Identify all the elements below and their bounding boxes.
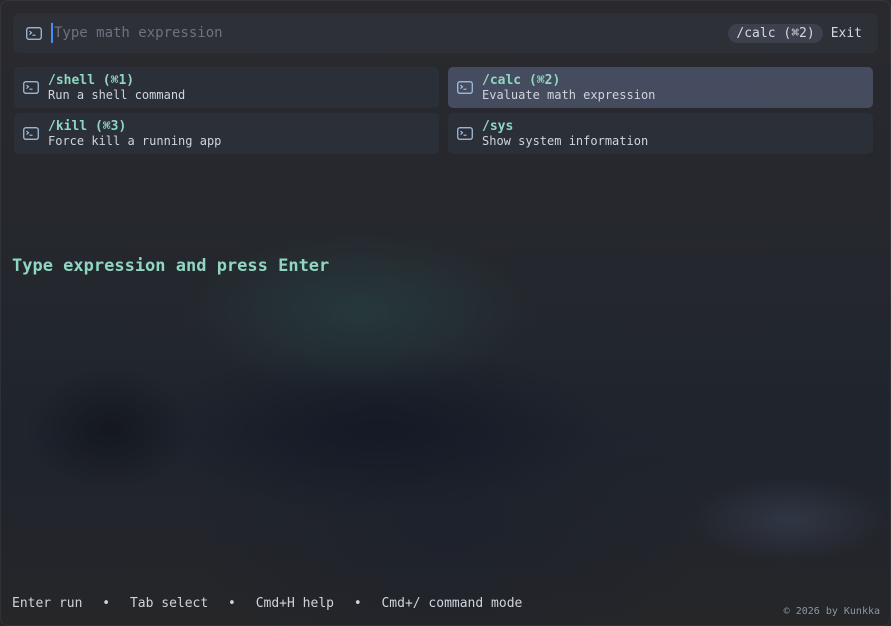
command-name: /shell (⌘1) <box>48 72 135 88</box>
copyright: © 2026 by Kunkka <box>783 606 880 617</box>
command-description: Show system information <box>482 133 649 148</box>
command-sys[interactable]: /sys Show system information <box>448 113 873 154</box>
terminal-icon <box>26 27 42 40</box>
shortcut-enter-run: Enter run <box>12 596 83 611</box>
command-description: Run a shell command <box>48 87 186 102</box>
shortcut-tab-select: Tab select <box>129 596 209 611</box>
command-name: /kill (⌘3) <box>48 118 127 134</box>
mode-chip[interactable]: /calc (⌘2) <box>728 23 823 43</box>
command-name: /sys <box>482 118 514 134</box>
terminal-icon <box>457 127 473 140</box>
search-input[interactable] <box>51 23 729 43</box>
shortcut-command-mode: Cmd+/ command mode <box>381 596 523 611</box>
terminal-icon <box>23 127 39 140</box>
shortcut-bar: Enter run • Tab select • Cmd+H help • Cm… <box>12 596 522 611</box>
command-kill[interactable]: /kill (⌘3) Force kill a running app <box>14 113 439 154</box>
command-description: Evaluate math expression <box>482 87 656 102</box>
exit-button[interactable]: Exit <box>831 26 862 41</box>
separator: • <box>228 596 236 611</box>
command-shell[interactable]: /shell (⌘1) Run a shell command <box>14 67 439 108</box>
search-bar: /calc (⌘2) Exit <box>13 13 878 53</box>
separator: • <box>102 596 111 611</box>
shortcut-help: Cmd+H help <box>255 596 334 611</box>
terminal-icon <box>457 81 473 94</box>
result-hint: Type expression and press Enter <box>12 256 330 276</box>
separator: • <box>353 596 362 611</box>
command-calc[interactable]: /calc (⌘2) Evaluate math expression <box>448 67 873 108</box>
command-description: Force kill a running app <box>48 133 222 148</box>
command-name: /calc (⌘2) <box>482 72 561 88</box>
terminal-icon <box>23 81 39 94</box>
